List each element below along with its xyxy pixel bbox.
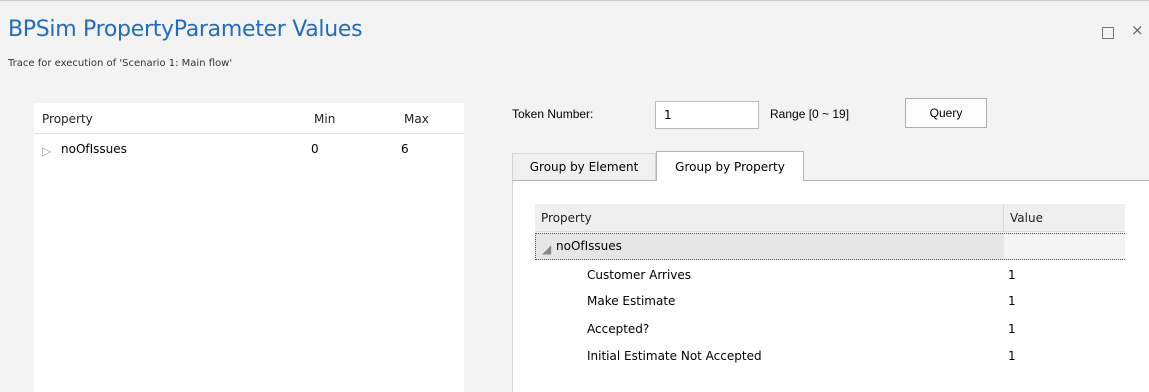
column-header-property[interactable]: Property — [42, 112, 93, 126]
column-divider[interactable] — [1003, 204, 1004, 232]
table-header: Property Min Max — [34, 103, 464, 134]
token-number-label: Token Number: — [512, 107, 594, 121]
group-value-cell — [1004, 234, 1125, 259]
row-value: 1 — [1008, 349, 1016, 363]
table-row[interactable]: Accepted? 1 — [535, 316, 1125, 342]
row-property: Initial Estimate Not Accepted — [587, 349, 762, 363]
row-property: noOfIssues — [61, 142, 127, 156]
grid-header: Property Value — [535, 204, 1125, 232]
property-range-table: Property Min Max ▷ noOfIssues 0 6 — [34, 103, 464, 392]
row-property: Accepted? — [587, 322, 650, 336]
row-value: 1 — [1008, 294, 1016, 308]
query-button[interactable]: Query — [905, 98, 987, 128]
window-subtitle: Trace for execution of 'Scenario 1: Main… — [8, 58, 233, 69]
row-max: 6 — [401, 142, 409, 156]
collapse-arrow-icon[interactable]: ◢ — [542, 242, 551, 256]
restore-icon[interactable] — [1102, 27, 1114, 39]
column-header-value[interactable]: Value — [1010, 211, 1043, 225]
column-header-max[interactable]: Max — [404, 112, 429, 126]
group-label: noOfIssues — [556, 239, 622, 253]
table-row[interactable]: Initial Estimate Not Accepted 1 — [535, 343, 1125, 369]
property-value-grid: Property Value ◢ noOfIssues Customer Arr… — [535, 204, 1125, 392]
row-min: 0 — [311, 142, 319, 156]
table-row[interactable]: Make Estimate 1 — [535, 288, 1125, 314]
column-header-property[interactable]: Property — [541, 211, 592, 225]
column-header-min[interactable]: Min — [314, 112, 335, 126]
row-value: 1 — [1008, 268, 1016, 282]
window-title: BPSim PropertyParameter Values — [8, 17, 363, 42]
table-row[interactable]: Customer Arrives 1 — [535, 262, 1125, 288]
token-number-input[interactable]: 1 — [655, 101, 759, 129]
table-row[interactable]: ▷ noOfIssues 0 6 — [34, 138, 464, 158]
row-property: Make Estimate — [587, 294, 676, 308]
bpsim-property-parameter-window: BPSim PropertyParameter Values Trace for… — [0, 0, 1149, 392]
row-property: Customer Arrives — [587, 268, 692, 282]
expand-arrow-icon[interactable]: ▷ — [42, 144, 51, 158]
tab-group-by-property[interactable]: Group by Property — [656, 151, 804, 181]
tab-group-by-element[interactable]: Group by Element — [512, 153, 656, 180]
close-icon[interactable]: × — [1131, 21, 1144, 39]
row-value: 1 — [1008, 322, 1016, 336]
range-label: Range [0 ~ 19] — [770, 107, 850, 121]
group-row-noofissues[interactable]: ◢ noOfIssues — [535, 233, 1125, 260]
